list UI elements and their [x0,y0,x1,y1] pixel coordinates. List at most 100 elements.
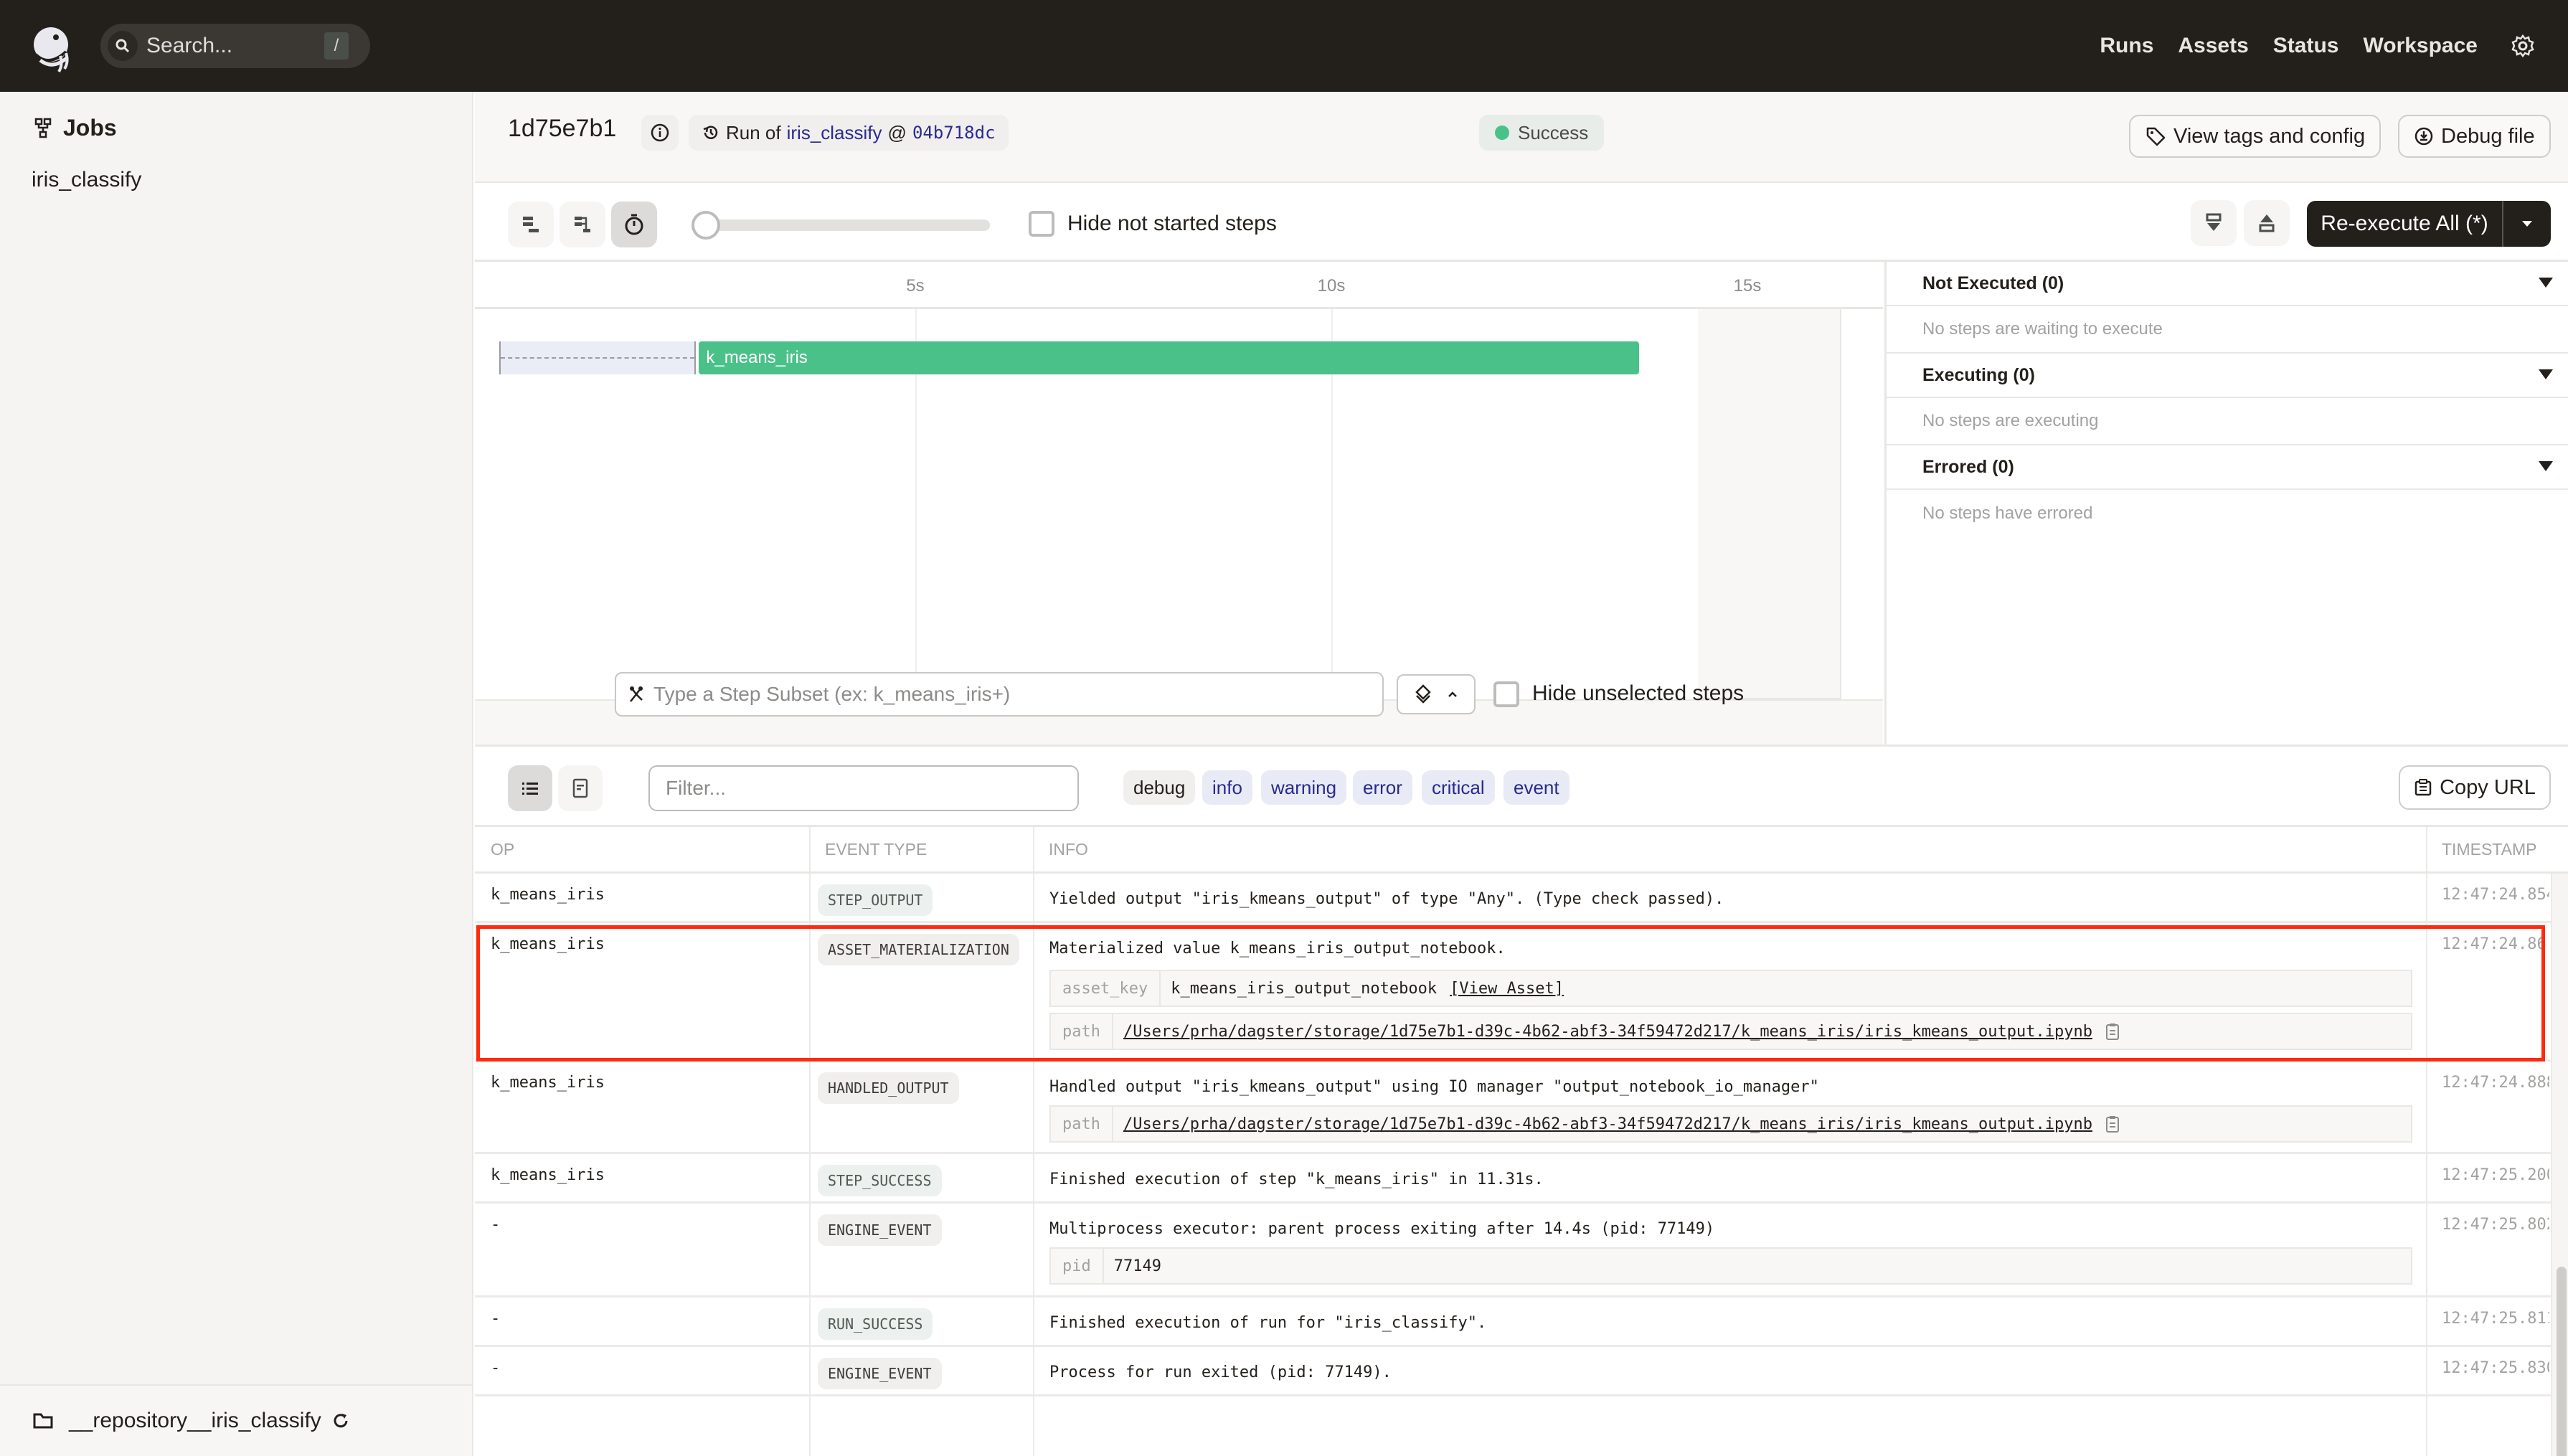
step-wait-bar [499,341,697,374]
row-timestamp: 12:47:25.200 [2442,1166,2549,1184]
section-not-executed[interactable]: Not Executed (0) [1887,262,2568,306]
caret-down-icon [2539,278,2553,288]
level-filter-error[interactable]: error [1353,770,1412,805]
collapse-icon [2259,214,2275,232]
nav-assets[interactable]: Assets [2178,34,2248,58]
table-row[interactable]: k_means_iris HANDLED_OUTPUT Handled outp… [475,1064,2568,1154]
clipboard-icon[interactable] [2105,1115,2120,1133]
logs-filter-input[interactable]: Filter... [648,765,1079,811]
layers-toggle-button[interactable] [1397,674,1476,714]
chevron-up-icon [1448,691,1457,697]
clipboard-icon[interactable] [2105,1022,2120,1041]
row-timestamp: 12:47:24.854 [2442,886,2549,904]
column-header-timestamp: TIMESTAMP [2442,839,2537,859]
view-tags-and-config-button[interactable]: View tags and config [2129,115,2381,158]
search-placeholder: Search... [146,34,233,57]
event-type-badge: RUN_SUCCESS [818,1308,933,1340]
row-info: Yielded output "iris_kmeans_output" of t… [1049,890,1724,908]
step-subset-placeholder: Type a Step Subset (ex: k_means_iris+) [653,683,1011,705]
scrollbar-thumb[interactable] [2557,1267,2567,1456]
section-empty-text: No steps are executing [1887,398,2568,445]
jobs-icon [34,118,52,138]
zoom-slider-track[interactable] [691,219,990,231]
job-link[interactable]: iris_classify [787,122,882,144]
hide-not-started-checkbox[interactable] [1029,211,1054,237]
level-filter-warning[interactable]: warning [1261,770,1347,805]
metadata-path: path /Users/prha/dagster/storage/1d75e7b… [1049,1013,2412,1050]
row-info: Materialized value k_means_iris_output_n… [1049,940,1506,958]
zoom-slider-handle[interactable] [691,211,720,240]
level-filter-critical[interactable]: critical [1422,770,1495,805]
nav-status[interactable]: Status [2273,34,2339,58]
reexecute-label[interactable]: Re-execute All (*) [2307,201,2503,247]
collapse-all-button[interactable] [2244,200,2290,246]
section-executing[interactable]: Executing (0) [1887,354,2568,398]
structured-logs-button[interactable] [508,765,552,811]
refresh-icon[interactable] [331,1412,350,1430]
row-timestamp: 12:47:25.802 [2442,1216,2549,1234]
level-filter-event[interactable]: event [1503,770,1569,805]
sidebar-section-jobs: Jobs [34,115,117,141]
event-type-badge: STEP_OUTPUT [818,884,933,916]
view-asset-link[interactable]: [View Asset] [1450,980,1564,998]
pid-value: 77149 [1113,1257,1161,1275]
row-timestamp: 12:47:24.888 [2442,1074,2549,1092]
repository-selector[interactable]: __repository__iris_classify [0,1384,472,1456]
row-op: - [491,1310,501,1328]
run-of-tag: Run of iris_classify @ 04b718dc [689,115,1009,151]
event-type-badge: ENGINE_EVENT [818,1358,942,1389]
gantt-time-axis: 5s 10s 15s [475,262,1883,309]
table-row[interactable]: k_means_iris STEP_OUTPUT Yielded output … [475,876,2568,923]
table-row[interactable]: - ENGINE_EVENT Multiprocess executor: pa… [475,1206,2568,1297]
path-link[interactable]: /Users/prha/dagster/storage/1d75e7b1-d39… [1123,1023,2092,1041]
level-filter-debug[interactable]: debug [1123,770,1196,805]
view-tree-button[interactable] [560,202,605,247]
view-flat-button[interactable] [508,202,554,247]
table-row[interactable]: - ENGINE_EVENT Process for run exited (p… [475,1349,2568,1396]
download-icon [2414,127,2433,146]
section-errored[interactable]: Errored (0) [1887,445,2568,490]
table-row[interactable]: k_means_iris ASSET_MATERIALIZATION Mater… [475,925,2568,1062]
dagster-logo-icon[interactable] [24,20,77,73]
reexecute-all-button[interactable]: Re-execute All (*) [2307,201,2551,247]
copy-url-button[interactable]: Copy URL [2399,765,2551,810]
hide-unselected-label: Hide unselected steps [1532,681,1745,705]
sidebar-section-title: Jobs [63,115,117,141]
snapshot-link[interactable]: 04b718dc [912,123,996,143]
metadata-asset-key: asset_key k_means_iris_output_notebook [… [1049,970,2412,1007]
nav-workspace[interactable]: Workspace [2363,34,2478,58]
logs-scrollbar[interactable] [2551,874,2568,1456]
step-bar-k-means-iris[interactable]: k_means_iris [699,341,1640,374]
search-input[interactable]: Search... / [100,24,370,68]
waterfall-tree-icon [575,217,590,232]
row-timestamp: 12:47:25.811 [2442,1310,2549,1328]
raw-logs-button[interactable] [558,765,603,811]
top-nav-bar: Search... / Runs Assets Status Workspace [0,0,2568,92]
view-timed-button[interactable] [611,202,657,247]
event-type-badge: ASSET_MATERIALIZATION [818,934,1019,965]
step-subset-input[interactable]: Type a Step Subset (ex: k_means_iris+) [615,672,1384,717]
hide-unselected-checkbox[interactable] [1493,681,1519,707]
nav-runs[interactable]: Runs [2100,34,2153,58]
expand-all-button[interactable] [2191,200,2237,246]
section-title: Not Executed (0) [1922,273,2064,293]
event-type-badge: ENGINE_EVENT [818,1214,942,1246]
reexecute-dropdown[interactable] [2503,220,2551,227]
op-selector-icon [630,686,643,702]
run-info-button[interactable] [641,115,679,151]
row-op: k_means_iris [491,1166,605,1184]
row-op: k_means_iris [491,1074,605,1092]
gear-icon[interactable] [2511,34,2535,58]
path-link[interactable]: /Users/prha/dagster/storage/1d75e7b1-d39… [1123,1115,2092,1133]
status-dot-icon [1495,126,1509,140]
clipboard-icon [2414,779,2432,796]
row-info: Process for run exited (pid: 77149). [1049,1363,1392,1381]
section-title: Executing (0) [1922,364,2035,385]
level-filter-info[interactable]: info [1202,770,1252,805]
table-row[interactable]: - RUN_SUCCESS Finished execution of run … [475,1300,2568,1347]
table-row[interactable]: k_means_iris STEP_SUCCESS Finished execu… [475,1156,2568,1204]
sidebar-item-iris-classify[interactable]: iris_classify [32,168,141,192]
run-header: 1d75e7b1 Run of iris_classify @ 04b718dc… [475,92,2568,183]
search-icon [108,31,138,61]
debug-file-button[interactable]: Debug file [2398,115,2551,158]
